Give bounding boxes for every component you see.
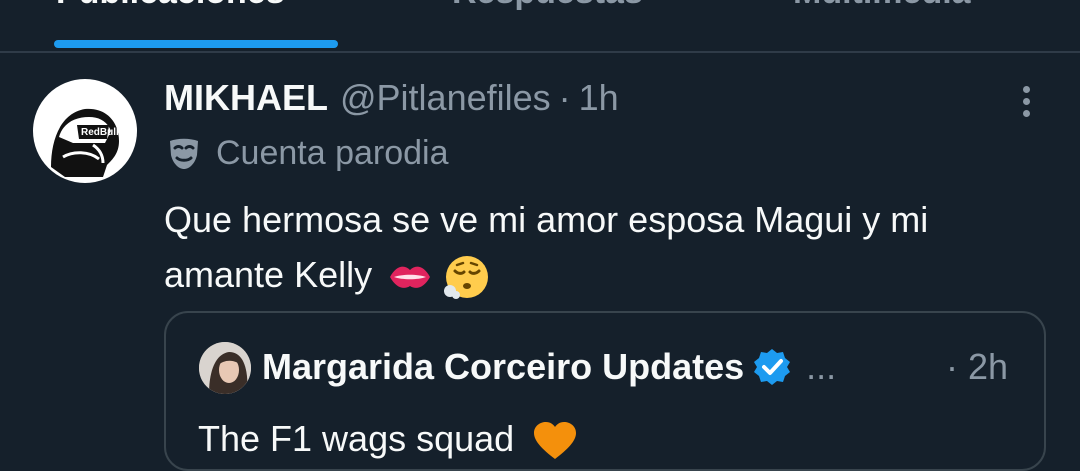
quoted-tweet-text: The F1 wags squad — [198, 418, 515, 459]
active-tab-indicator — [54, 40, 338, 48]
quoted-tweet-header: Margarida Corceiro Updates ... — [262, 345, 836, 389]
mask-icon — [170, 138, 198, 169]
author-handle[interactable]: @Pitlanefiles — [340, 76, 551, 120]
tab-publicaciones[interactable]: Publicaciones — [56, 0, 285, 12]
separator-dot: · — [558, 77, 571, 118]
author-name[interactable]: MIKHAEL — [164, 76, 328, 120]
parody-label: Cuenta parodia — [216, 133, 449, 172]
tweet-body: Que hermosa se ve mi amor esposa Magui y… — [164, 192, 1044, 302]
svg-text:RedBull: RedBull — [81, 127, 119, 138]
author-avatar[interactable]: RedBull — [33, 79, 137, 183]
name-truncation-ellipsis: ... — [806, 346, 837, 387]
tweet-text: Que hermosa se ve mi amor esposa Magui y… — [164, 199, 929, 295]
more-vertical-icon[interactable] — [1015, 82, 1039, 122]
tweet-time[interactable]: 1h — [579, 76, 619, 120]
verified-badge-icon — [754, 349, 791, 385]
quoted-author-name[interactable]: Margarida Corceiro Updates — [262, 346, 744, 388]
tabs-divider — [0, 51, 1080, 53]
parody-label-row: Cuenta parodia — [164, 132, 449, 174]
tab-multimedia[interactable]: Multimedia — [793, 0, 971, 12]
tab-respuestas[interactable]: Respuestas — [452, 0, 643, 12]
profile-tabs: Publicaciones Respuestas Multimedia — [0, 0, 1080, 52]
quoted-author-avatar[interactable] — [199, 342, 251, 394]
lips-emoji — [390, 267, 431, 289]
orange-heart-emoji — [534, 422, 577, 460]
tweet-header: MIKHAEL @Pitlanefiles · 1h — [164, 76, 619, 120]
quoted-tweet-time[interactable]: · 2h — [946, 345, 1008, 389]
quoted-tweet-body: The F1 wags squad — [198, 417, 578, 461]
face-exhaling-emoji — [444, 256, 489, 300]
quoted-tweet-card[interactable]: Margarida Corceiro Updates ... · 2h The … — [164, 311, 1046, 471]
